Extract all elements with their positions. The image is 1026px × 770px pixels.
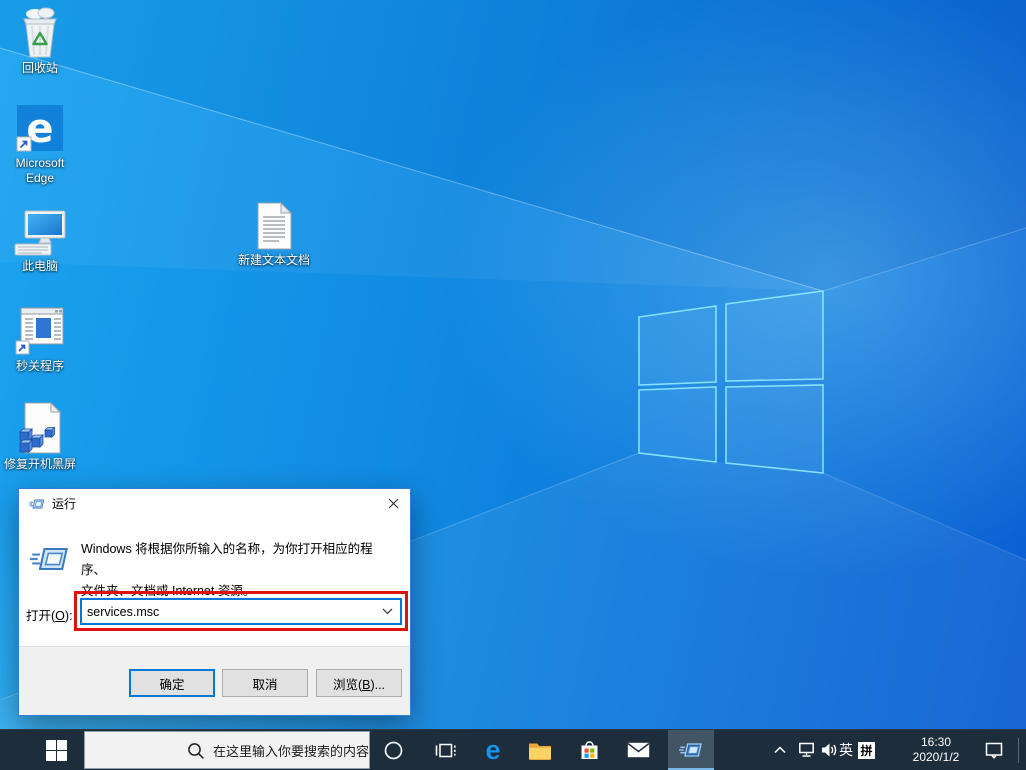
desktop-wallpaper: 回收站 e Microsoft Edge 此电脑 秒关程序 修复开机黑屏 新建文… xyxy=(0,0,1026,729)
start-button[interactable] xyxy=(0,730,84,770)
browse-button[interactable]: 浏览(B)... xyxy=(316,669,402,697)
this-pc-icon xyxy=(14,210,66,256)
desktop-icon-label: 修复开机黑屏 xyxy=(3,457,76,471)
file-explorer-icon xyxy=(529,743,551,760)
windows-start-icon xyxy=(45,739,67,761)
file-explorer-button[interactable] xyxy=(527,730,553,770)
task-view-icon xyxy=(435,743,456,757)
cortana-button[interactable] xyxy=(381,730,405,770)
taskbar-edge-button[interactable]: e xyxy=(480,730,506,770)
mail-button[interactable] xyxy=(625,730,651,770)
show-desktop-divider[interactable] xyxy=(1018,738,1019,763)
open-field-label: 打开(O): xyxy=(26,605,73,624)
shortcut-arrow-overlay xyxy=(15,340,30,355)
tray-ime-language-button[interactable]: 英 xyxy=(836,730,856,770)
run-dialog: 运行 Windows 将根据你所输入的名称，为你打开相应的程序、 文件夹、文档或… xyxy=(18,488,411,716)
desktop-icon-label: 回收站 xyxy=(21,61,58,75)
windows-logo-watermark xyxy=(638,290,824,474)
open-combobox-value: services.msc xyxy=(87,604,160,619)
action-center-button[interactable] xyxy=(984,730,1004,770)
desktop-icon-label: 秒关程序 xyxy=(15,359,64,373)
recycle-bin-icon xyxy=(23,7,57,58)
open-label-mnemonic: O xyxy=(55,609,65,623)
tray-show-hidden-icons-button[interactable] xyxy=(772,730,788,770)
action-center-icon xyxy=(985,742,1003,759)
description-line-1: Windows 将根据你所输入的名称，为你打开相应的程序、 xyxy=(81,542,373,577)
tray-ime-mode-button[interactable]: 拼 xyxy=(858,742,875,759)
desktop-icon-microsoft-edge[interactable]: e Microsoft Edge xyxy=(0,103,80,187)
tray-network-button[interactable] xyxy=(796,730,817,770)
mail-icon xyxy=(627,742,649,758)
taskbar-run-app-button-active[interactable] xyxy=(668,730,714,770)
browse-label-pre: 浏览( xyxy=(332,677,363,692)
edge-tile-icon: e xyxy=(16,105,63,152)
ime-language-label: 英 xyxy=(839,742,853,758)
taskbar: 在这里输入你要搜索的内容 e 英 拼 16:30 2020/1/2 xyxy=(0,729,1026,770)
run-icon-large xyxy=(30,548,68,570)
desktop-icon-label: 此电脑 xyxy=(21,259,58,273)
task-view-button[interactable] xyxy=(433,730,457,770)
close-icon xyxy=(388,498,398,509)
ime-mode-label: 拼 xyxy=(860,744,873,758)
taskbar-search-box[interactable]: 在这里输入你要搜索的内容 xyxy=(84,731,370,769)
dialog-title: 运行 xyxy=(52,497,77,511)
combobox-dropdown-button[interactable] xyxy=(382,608,400,615)
clock-date: 2020/1/2 xyxy=(912,750,960,764)
app-window-icon xyxy=(15,307,64,355)
close-button[interactable] xyxy=(376,489,410,518)
desktop-icon-new-text-document[interactable]: 新建文本文档 xyxy=(234,202,314,268)
open-label-post: ): xyxy=(64,609,73,623)
chevron-up-icon xyxy=(774,746,786,754)
desktop-icon-recycle-bin[interactable]: 回收站 xyxy=(0,6,80,76)
search-placeholder: 在这里输入你要搜索的内容 xyxy=(213,743,370,759)
microsoft-store-icon xyxy=(581,740,597,759)
search-icon xyxy=(188,743,204,759)
microsoft-store-button[interactable] xyxy=(576,730,602,770)
cortana-icon xyxy=(384,741,402,759)
run-icon xyxy=(29,499,45,508)
ok-button-label: 确定 xyxy=(159,677,185,692)
chevron-down-icon xyxy=(382,608,393,615)
desktop-icon-label: 新建文本文档 xyxy=(237,253,310,267)
registry-file-icon xyxy=(19,402,62,454)
cancel-button-label: 取消 xyxy=(252,677,278,692)
network-icon xyxy=(799,742,814,757)
desktop-icon-fix-black-screen[interactable]: 修复开机黑屏 xyxy=(0,402,80,472)
ok-button[interactable]: 确定 xyxy=(129,669,215,697)
cancel-button[interactable]: 取消 xyxy=(222,669,308,697)
run-dialog-titlebar[interactable]: 运行 xyxy=(19,489,410,518)
tray-clock[interactable]: 16:30 2020/1/2 xyxy=(900,735,972,765)
text-document-icon xyxy=(257,202,293,250)
shortcut-arrow-overlay xyxy=(16,136,32,152)
open-combobox[interactable]: services.msc xyxy=(80,598,402,625)
run-icon xyxy=(679,743,702,757)
desktop-icon-this-pc[interactable]: 此电脑 xyxy=(0,210,80,274)
browse-button-label: 浏览(B)... xyxy=(333,674,385,693)
open-label-pre: 打开( xyxy=(26,609,56,623)
desktop-icon-quick-close-app[interactable]: 秒关程序 xyxy=(0,306,80,374)
browse-label-post: )... xyxy=(370,677,386,692)
edge-icon: e xyxy=(485,734,501,765)
desktop-icon-label: Microsoft Edge xyxy=(15,156,65,186)
clock-time: 16:30 xyxy=(920,735,952,749)
